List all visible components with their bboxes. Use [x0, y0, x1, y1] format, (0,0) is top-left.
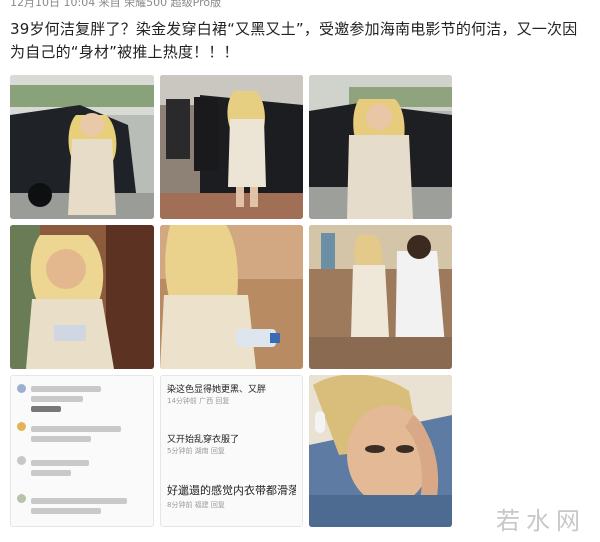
- comment-2-text: 又开始乱穿衣服了: [167, 435, 240, 445]
- photo-7-image: [309, 375, 452, 527]
- photo-3-front-car[interactable]: [309, 75, 452, 219]
- photo-6-image: [309, 225, 452, 369]
- photo-5-image: [160, 225, 303, 369]
- photo-5-closeup-bottle[interactable]: [160, 225, 303, 369]
- comment-1-meta: 14分钟前 广西 回复: [167, 397, 230, 405]
- screenshot-comments-readable[interactable]: 染这色显得她更黑、又胖 14分钟前 广西 回复 又开始乱穿衣服了 5分钟前 湖南…: [160, 375, 303, 527]
- comment-blurred-text: [31, 498, 127, 504]
- photo-3-image: [309, 75, 452, 219]
- photo-4-image: [10, 225, 154, 369]
- comment-avatar: [17, 494, 26, 503]
- comment-blurred-text: [31, 470, 71, 476]
- comment-blurred-text: [31, 396, 83, 402]
- comment-avatar: [17, 456, 26, 465]
- comment-1-text: 染这色显得她更黑、又胖: [167, 385, 267, 395]
- comment-blurred-text: [31, 426, 121, 432]
- photo-2-image: [160, 75, 303, 219]
- comment-3-meta: 8分钟前 福建 回复: [167, 501, 225, 509]
- comment-3-text: 好邋遢的感觉内衣带都滑落了。: [167, 484, 296, 497]
- comment-blurred-text: [31, 436, 91, 442]
- comment-blurred-text: [31, 508, 101, 514]
- comment-2-meta: 5分钟前 湖南 回复: [167, 447, 225, 455]
- watermark-text: 若水网: [496, 507, 586, 535]
- comment-blurred-text: [31, 460, 89, 466]
- photo-2-walking-back[interactable]: [160, 75, 303, 219]
- post-text: 39岁何洁复胖了？染金发穿白裙“又黑又土”，受邀参加海南电影节的何洁，又一次因为…: [10, 20, 578, 61]
- comment-avatar: [17, 422, 26, 431]
- photo-grid: 染这色显得她更黑、又胖 14分钟前 广西 回复 又开始乱穿衣服了 5分钟前 湖南…: [10, 75, 452, 527]
- photo-4-closeup-left[interactable]: [10, 225, 154, 369]
- post-meta-line: 12月10日 10:04 来自 荣耀500 超级Pro版: [10, 0, 222, 9]
- comment-blurred-text: [31, 406, 61, 412]
- screenshot-comments-blurred[interactable]: [10, 375, 154, 527]
- comment-avatar: [17, 384, 26, 393]
- photo-1-image: [10, 75, 154, 219]
- photo-6-walking-hallway[interactable]: [309, 225, 452, 369]
- photo-1-car-side[interactable]: [10, 75, 154, 219]
- comment-blurred-text: [31, 386, 101, 392]
- photo-7-face-closeup[interactable]: [309, 375, 452, 527]
